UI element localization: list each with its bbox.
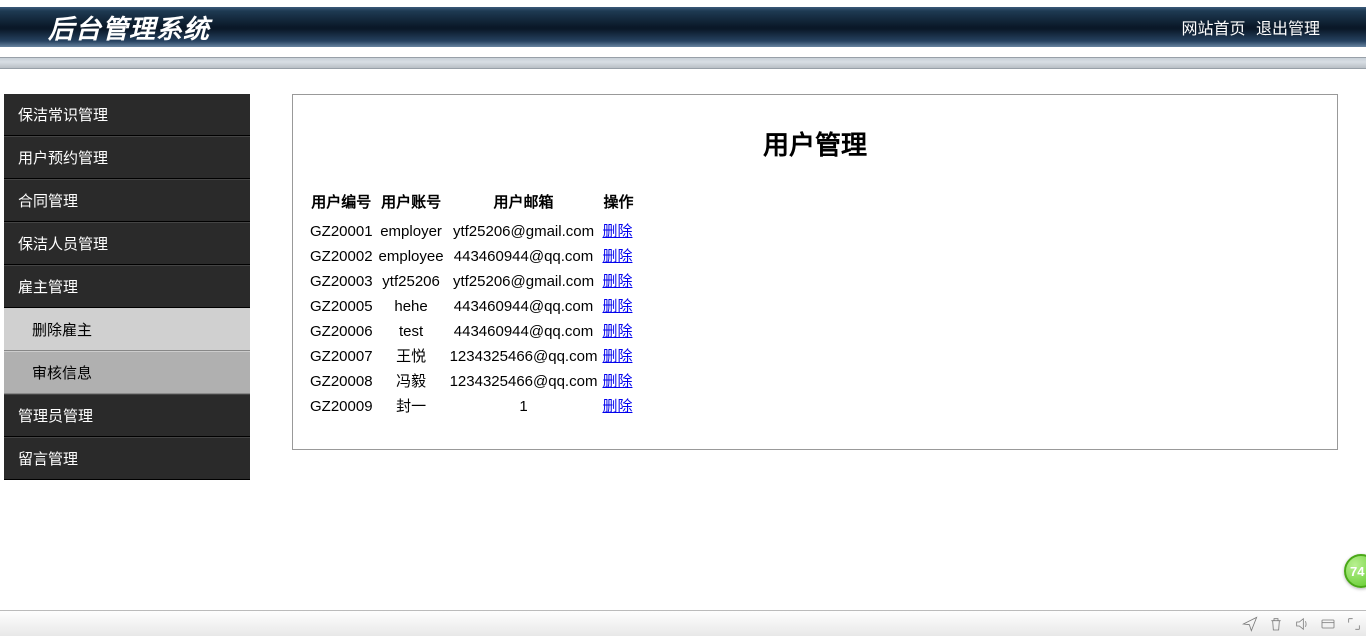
cell-user-id: GZ20006	[307, 319, 376, 344]
cell-op: 删除	[600, 244, 636, 269]
delete-link[interactable]: 删除	[602, 373, 632, 390]
sidebar-item[interactable]: 用户预约管理	[4, 136, 250, 179]
cell-user-email: 443460944@qq.com	[447, 294, 601, 319]
logout-link[interactable]: 退出管理	[1256, 21, 1320, 38]
cell-user-id: GZ20001	[307, 219, 376, 244]
home-link[interactable]: 网站首页	[1182, 21, 1246, 38]
table-row: GZ20001employerytf25206@gmail.com删除	[307, 219, 636, 244]
col-header-email: 用户邮箱	[447, 190, 601, 219]
sidebar-item[interactable]: 保洁人员管理	[4, 222, 250, 265]
table-row: GZ20006test443460944@qq.com删除	[307, 319, 636, 344]
cell-user-account: test	[376, 319, 447, 344]
sound-icon[interactable]	[1294, 616, 1310, 632]
expand-icon[interactable]	[1346, 616, 1362, 632]
delete-link[interactable]: 删除	[602, 298, 632, 315]
table-row: GZ20009封一1删除	[307, 394, 636, 419]
sidebar-item[interactable]: 雇主管理	[4, 265, 250, 308]
card-icon[interactable]	[1320, 616, 1336, 632]
cell-user-email: ytf25206@gmail.com	[447, 269, 601, 294]
table-row: GZ20005hehe443460944@qq.com删除	[307, 294, 636, 319]
table-row: GZ20003ytf25206ytf25206@gmail.com删除	[307, 269, 636, 294]
float-badge-text: 74	[1350, 564, 1364, 579]
cell-user-id: GZ20007	[307, 344, 376, 369]
sidebar-subitem[interactable]: 删除雇主	[4, 308, 250, 351]
col-header-op: 操作	[600, 190, 636, 219]
cell-user-email: 443460944@qq.com	[447, 319, 601, 344]
delete-link[interactable]: 删除	[602, 273, 632, 290]
browser-footer-bar	[0, 610, 1366, 636]
cell-user-email: 1234325466@qq.com	[447, 369, 601, 394]
app-title: 后台管理系统	[48, 9, 210, 46]
trash-icon[interactable]	[1268, 616, 1284, 632]
sidebar-item[interactable]: 留言管理	[4, 437, 250, 480]
cell-user-email: ytf25206@gmail.com	[447, 219, 601, 244]
delete-link[interactable]: 删除	[602, 223, 632, 240]
cell-user-account: 王悦	[376, 344, 447, 369]
cell-user-account: employee	[376, 244, 447, 269]
delete-link[interactable]: 删除	[602, 323, 632, 340]
cell-op: 删除	[600, 319, 636, 344]
cell-user-account: employer	[376, 219, 447, 244]
cell-user-account: ytf25206	[376, 269, 447, 294]
float-badge[interactable]: 74	[1344, 554, 1366, 588]
paper-plane-icon[interactable]	[1242, 616, 1258, 632]
sidebar-item[interactable]: 保洁常识管理	[4, 94, 250, 136]
delete-link[interactable]: 删除	[602, 348, 632, 365]
col-header-id: 用户编号	[307, 190, 376, 219]
table-row: GZ20002employee443460944@qq.com删除	[307, 244, 636, 269]
table-row: GZ20007王悦1234325466@qq.com删除	[307, 344, 636, 369]
table-header-row: 用户编号 用户账号 用户邮箱 操作	[307, 190, 636, 219]
cell-user-account: hehe	[376, 294, 447, 319]
table-row: GZ20008冯毅1234325466@qq.com删除	[307, 369, 636, 394]
cell-user-id: GZ20002	[307, 244, 376, 269]
cell-user-email: 1	[447, 394, 601, 419]
user-table: 用户编号 用户账号 用户邮箱 操作 GZ20001employerytf2520…	[307, 190, 636, 419]
cell-op: 删除	[600, 219, 636, 244]
sidebar-item[interactable]: 管理员管理	[4, 394, 250, 437]
cell-op: 删除	[600, 344, 636, 369]
cell-op: 删除	[600, 269, 636, 294]
delete-link[interactable]: 删除	[602, 248, 632, 265]
cell-op: 删除	[600, 369, 636, 394]
cell-op: 删除	[600, 394, 636, 419]
cell-op: 删除	[600, 294, 636, 319]
cell-user-id: GZ20005	[307, 294, 376, 319]
cell-user-email: 443460944@qq.com	[447, 244, 601, 269]
header-links: 网站首页 退出管理	[1176, 15, 1366, 39]
header-bar: 后台管理系统 网站首页 退出管理	[0, 7, 1366, 47]
panel-title: 用户管理	[307, 125, 1323, 162]
cell-user-email: 1234325466@qq.com	[447, 344, 601, 369]
cell-user-id: GZ20009	[307, 394, 376, 419]
col-header-account: 用户账号	[376, 190, 447, 219]
delete-link[interactable]: 删除	[602, 398, 632, 415]
cell-user-id: GZ20008	[307, 369, 376, 394]
sidebar-nav: 保洁常识管理用户预约管理合同管理保洁人员管理雇主管理删除雇主审核信息管理员管理留…	[4, 94, 250, 480]
separator-bar	[0, 57, 1366, 69]
cell-user-account: 封一	[376, 394, 447, 419]
cell-user-id: GZ20003	[307, 269, 376, 294]
sidebar-subitem[interactable]: 审核信息	[4, 351, 250, 394]
cell-user-account: 冯毅	[376, 369, 447, 394]
main-panel: 用户管理 用户编号 用户账号 用户邮箱 操作 GZ20001employeryt…	[292, 94, 1338, 450]
sidebar-item[interactable]: 合同管理	[4, 179, 250, 222]
